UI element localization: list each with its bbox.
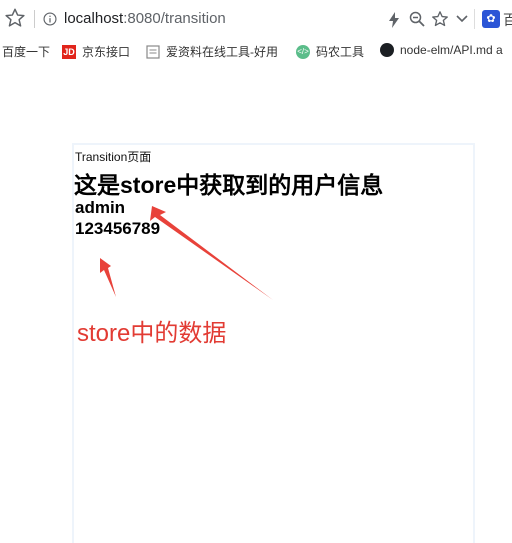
- favorite-star-icon[interactable]: [431, 10, 449, 28]
- user-info-heading: 这是store中获取到的用户信息: [74, 172, 384, 198]
- github-icon: [380, 43, 394, 57]
- page-label: Transition页面: [75, 150, 152, 164]
- url-field[interactable]: localhost:8080/transition: [64, 10, 226, 27]
- jd-logo-icon: JD: [62, 44, 76, 59]
- url-host: localhost: [64, 10, 124, 27]
- chevron-down-icon[interactable]: [456, 14, 468, 24]
- bookmark-star-icon[interactable]: [4, 7, 26, 29]
- bookmark-manong[interactable]: </> 码农工具: [296, 43, 364, 60]
- username-value: admin: [75, 198, 126, 217]
- bookmark-node-elm[interactable]: node-elm/API.md a: [380, 43, 503, 57]
- bookmark-label: 京东接口: [82, 45, 131, 59]
- bookmark-label: 码农工具: [316, 45, 365, 59]
- address-bar: localhost:8080/transition ✿ 百: [0, 0, 512, 39]
- annotation-label: store中的数据: [77, 320, 227, 347]
- separator: [474, 9, 475, 29]
- extension-label[interactable]: 百: [503, 10, 512, 30]
- separator: [34, 10, 35, 28]
- lightning-icon[interactable]: [388, 12, 400, 28]
- url-path: :8080/transition: [123, 10, 226, 27]
- bookmark-baidu[interactable]: 百度一下: [2, 43, 50, 60]
- baidu-paw-icon[interactable]: ✿: [482, 10, 500, 28]
- bookmarks-bar: 百度一下 JD 京东接口 爱资料在线工具-好用 </> 码农工具 node-el…: [0, 38, 512, 66]
- code-icon: </>: [296, 44, 310, 59]
- bookmark-label: 爱资料在线工具-好用: [166, 45, 278, 59]
- page-icon: [146, 44, 160, 59]
- bookmark-label: 百度一下: [2, 45, 51, 59]
- zoom-out-icon[interactable]: [409, 11, 425, 27]
- bookmark-label: node-elm/API.md a: [400, 43, 503, 57]
- bookmark-jd[interactable]: JD 京东接口: [62, 43, 130, 60]
- info-icon[interactable]: [43, 12, 57, 26]
- bookmark-aiziliao[interactable]: 爱资料在线工具-好用: [146, 43, 278, 60]
- password-value: 123456789: [75, 219, 161, 238]
